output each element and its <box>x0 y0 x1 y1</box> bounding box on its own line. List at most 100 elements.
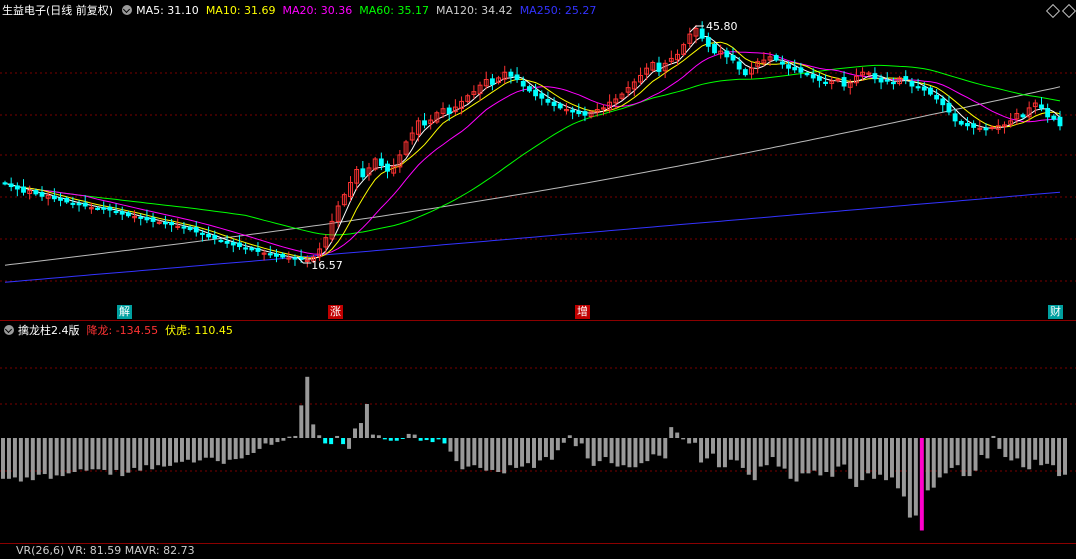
candle[interactable] <box>983 123 989 136</box>
candle[interactable] <box>14 182 20 197</box>
candle[interactable] <box>187 225 193 232</box>
indicator-bar <box>979 438 984 455</box>
candle[interactable] <box>21 179 26 196</box>
candle[interactable] <box>903 70 909 85</box>
candle[interactable] <box>699 21 705 42</box>
indicator-bar <box>466 438 471 467</box>
event-tag[interactable]: 涨 <box>328 305 343 319</box>
candle[interactable] <box>928 86 933 97</box>
candle[interactable] <box>742 67 748 77</box>
candle[interactable] <box>397 149 403 173</box>
indicator-bar-chart[interactable] <box>0 321 1076 543</box>
candle[interactable] <box>237 235 242 250</box>
indicator-bar <box>203 438 208 458</box>
indicator-bar <box>663 438 668 459</box>
ma250-line <box>4 191 1061 283</box>
candle[interactable] <box>557 102 563 110</box>
ma120-line <box>4 86 1061 266</box>
candle[interactable] <box>533 83 538 101</box>
indicator-bar <box>752 438 757 481</box>
candle[interactable] <box>335 201 341 228</box>
candle[interactable] <box>514 67 520 83</box>
candle[interactable] <box>88 202 94 214</box>
candle[interactable] <box>971 120 977 135</box>
candle[interactable] <box>872 67 878 84</box>
candle[interactable] <box>8 177 14 192</box>
candle[interactable] <box>366 162 372 181</box>
candle[interactable] <box>829 76 835 90</box>
candle[interactable] <box>162 215 168 229</box>
candle[interactable] <box>952 108 958 127</box>
candle[interactable] <box>323 234 329 255</box>
candle[interactable] <box>730 47 736 64</box>
candle[interactable] <box>471 85 477 100</box>
candle[interactable] <box>286 251 292 263</box>
candle[interactable] <box>650 60 656 73</box>
candle[interactable] <box>489 73 495 91</box>
candle[interactable] <box>434 110 440 125</box>
candle[interactable] <box>360 161 366 181</box>
candle[interactable] <box>712 42 717 55</box>
candle[interactable] <box>736 57 742 75</box>
candle[interactable] <box>496 75 501 85</box>
indicator-bar <box>245 438 250 455</box>
candle[interactable] <box>483 71 489 90</box>
candle[interactable] <box>502 65 508 84</box>
candle[interactable] <box>341 192 347 207</box>
candle[interactable] <box>193 221 199 237</box>
candle[interactable] <box>403 139 409 157</box>
indicator-bar <box>895 438 900 489</box>
indicator-bar <box>824 438 829 472</box>
candle[interactable] <box>958 119 964 127</box>
candle[interactable] <box>934 89 940 104</box>
candle[interactable] <box>662 59 668 78</box>
candle[interactable] <box>527 84 532 93</box>
indicator-bar <box>174 438 178 463</box>
candle[interactable] <box>150 212 156 228</box>
indicator-bar <box>358 423 363 438</box>
candle[interactable] <box>631 78 637 97</box>
candle[interactable] <box>705 32 711 53</box>
candle[interactable] <box>452 99 458 115</box>
candle[interactable] <box>101 201 107 214</box>
candle[interactable] <box>841 71 847 91</box>
indicator-bar <box>931 438 936 488</box>
candle[interactable] <box>681 42 687 57</box>
candle[interactable] <box>243 242 249 255</box>
indicator-bar <box>579 438 584 444</box>
candle[interactable] <box>638 67 643 86</box>
candle[interactable] <box>823 74 828 87</box>
candle[interactable] <box>545 91 551 106</box>
candle[interactable] <box>853 68 859 87</box>
candle[interactable] <box>125 210 131 218</box>
candle[interactable] <box>255 242 261 257</box>
candle[interactable] <box>564 103 569 115</box>
candle[interactable] <box>465 93 471 104</box>
indicator-bar <box>269 438 274 445</box>
candle[interactable] <box>409 126 415 145</box>
candle[interactable] <box>415 117 421 142</box>
event-tag[interactable]: 解 <box>117 305 132 319</box>
candle[interactable] <box>539 90 545 106</box>
event-tag[interactable]: 增 <box>575 305 590 319</box>
indicator-bar <box>609 438 614 464</box>
candle[interactable] <box>946 95 952 116</box>
candle[interactable] <box>749 61 754 79</box>
candle[interactable] <box>755 58 761 74</box>
candle[interactable] <box>39 186 45 201</box>
candle[interactable] <box>2 180 8 186</box>
event-tag[interactable]: 财 <box>1048 305 1063 319</box>
candle[interactable] <box>119 206 125 221</box>
candle[interactable] <box>675 49 680 66</box>
candlestick-chart[interactable]: 45.80 16.57 <box>0 0 1076 305</box>
candle[interactable] <box>477 81 483 101</box>
candle[interactable] <box>773 53 779 63</box>
candle[interactable] <box>668 50 674 65</box>
candle[interactable] <box>428 115 434 130</box>
candle[interactable] <box>372 156 378 172</box>
candle[interactable] <box>144 209 150 224</box>
candle[interactable] <box>718 44 724 59</box>
indicator-bar <box>890 438 894 478</box>
candle[interactable] <box>385 160 390 179</box>
candle[interactable] <box>107 203 113 218</box>
